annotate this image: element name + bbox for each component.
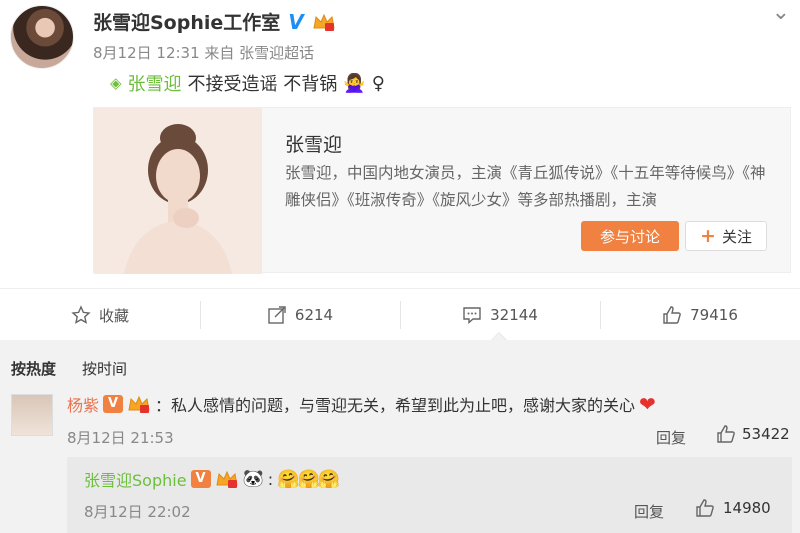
- panda-icon: 🐼: [242, 469, 264, 489]
- post-text: ◈ 张雪迎 不接受造谣 不背锅 🙅‍♀️ ♀: [110, 70, 385, 96]
- thumbs-up-icon: [696, 499, 714, 517]
- card-description: 张雪迎，中国内地女演员，主演《青丘狐传说》《十五年等待候鸟》《神雕侠侣》《班淑传…: [285, 164, 766, 209]
- comment-like-button[interactable]: 53422: [716, 424, 790, 444]
- vip-badge-icon: V: [190, 470, 211, 488]
- comment-icon: [463, 307, 481, 325]
- tab-sort-time[interactable]: 按时间: [82, 358, 127, 379]
- hug-emoji-icon: 🤗🤗🤗: [277, 468, 340, 490]
- reply-button[interactable]: 回复: [656, 427, 686, 448]
- female-symbol-icon: ♀: [371, 72, 385, 94]
- comment-count: 32144: [490, 306, 538, 324]
- follow-label: 关注: [721, 227, 752, 246]
- heart-icon: ❤: [639, 392, 656, 416]
- vip-badge-icon: V: [103, 395, 124, 413]
- sub-reply-colon: :: [267, 469, 274, 489]
- favorite-button[interactable]: 收藏: [0, 289, 200, 341]
- sub-reply-time: 8月12日 22:02: [84, 503, 191, 521]
- gesture-no-emoji-icon: 🙅‍♀️: [343, 72, 366, 94]
- topic-link[interactable]: 张雪迎: [128, 70, 182, 96]
- sub-reply: 张雪迎Sophie V 🐼 : 🤗🤗🤗 8月12日 22:02 回复 14980: [67, 457, 792, 533]
- tab-sort-hot[interactable]: 按热度: [11, 358, 56, 379]
- like-count: 79416: [690, 306, 738, 324]
- card-title[interactable]: 张雪迎: [285, 130, 342, 157]
- sub-reply-like-count: 14980: [723, 499, 771, 517]
- comment-like-count: 53422: [742, 425, 790, 443]
- like-button[interactable]: 79416: [600, 289, 800, 341]
- comment-line: 杨紫 V ：私人感情的问题，与雪迎无关，希望到此为止吧，感谢大家的关心 ❤: [67, 392, 656, 416]
- comment-text: ：私人感情的问题，与雪迎无关，希望到此为止吧，感谢大家的关心: [155, 396, 636, 415]
- comment-pointer-inner: [492, 333, 506, 340]
- member-crown-icon: [127, 394, 151, 414]
- chevron-down-icon[interactable]: ⌄: [772, 0, 790, 25]
- supertopic-card[interactable]: 张雪迎 张雪迎，中国内地女演员，主演《青丘狐传说》《十五年等待候鸟》《神雕侠侣》…: [93, 107, 791, 274]
- member-crown-icon: [312, 12, 336, 32]
- action-bar: 收藏 6214 32144 79416: [0, 288, 800, 340]
- commenter-name[interactable]: 杨紫: [67, 392, 99, 416]
- comments-section: 按热度 按时间 杨紫 V ：私人感情的问题，与雪迎无关，希望到此为止吧，感谢大家…: [0, 340, 800, 533]
- repost-button[interactable]: 6214: [200, 289, 400, 341]
- verified-icon: V: [288, 9, 304, 34]
- card-thumbnail[interactable]: [94, 108, 262, 274]
- thumbs-up-icon: [717, 425, 735, 443]
- repost-icon: [268, 306, 286, 324]
- sub-reply-like-button[interactable]: 14980: [695, 498, 771, 518]
- weibo-post-page: 张雪迎Sophie工作室 V ⌄ 8月12日 12:31 来自 张雪迎超话 ◈ …: [0, 0, 800, 533]
- sub-reply-line: 张雪迎Sophie V 🐼 : 🤗🤗🤗: [84, 467, 340, 491]
- favorite-label: 收藏: [98, 306, 129, 325]
- sub-reply-name[interactable]: 张雪迎Sophie: [84, 467, 187, 491]
- author-avatar[interactable]: [10, 5, 74, 69]
- sub-reply-button[interactable]: 回复: [634, 501, 664, 522]
- repost-count: 6214: [294, 306, 334, 324]
- comment-time: 8月12日 21:53: [67, 429, 174, 447]
- author-row: 张雪迎Sophie工作室 V: [93, 8, 336, 35]
- follow-button[interactable]: + 关注: [685, 221, 767, 251]
- join-discussion-button[interactable]: 参与讨论: [581, 221, 679, 251]
- star-icon: [71, 305, 91, 324]
- sort-tabs: 按热度 按时间: [11, 358, 127, 379]
- author-name[interactable]: 张雪迎Sophie工作室: [93, 8, 280, 35]
- member-crown-icon: [215, 469, 239, 489]
- supertopic-icon: ◈: [110, 74, 122, 92]
- commenter-avatar[interactable]: [11, 394, 53, 436]
- post-body: 不接受造谣 不背锅: [187, 74, 338, 95]
- post-meta: 8月12日 12:31 来自 张雪迎超话: [93, 44, 315, 62]
- thumbs-up-icon: [663, 306, 681, 324]
- plus-icon: +: [700, 225, 716, 247]
